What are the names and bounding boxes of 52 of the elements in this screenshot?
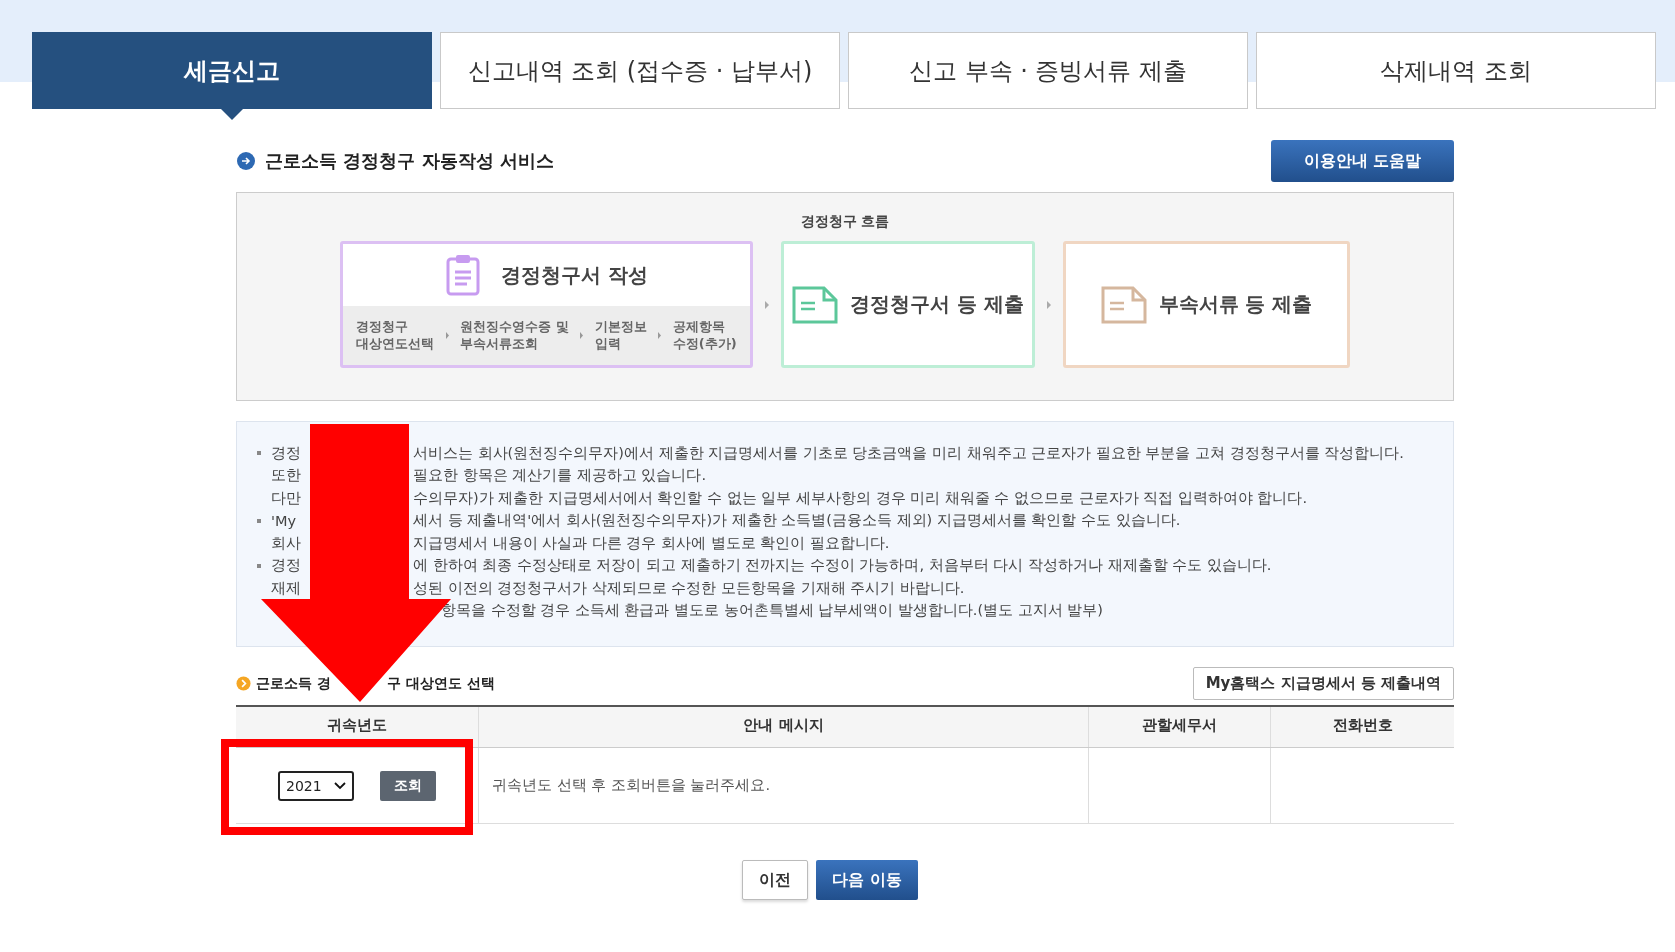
- flow-title: 경정청구 흐름: [800, 213, 890, 231]
- notice-text: 'My: [271, 512, 298, 529]
- notice-text: 세서 등 제출내역'에서 회사(원천징수의무자)가 제출한 소득별(금융소득 제외) 지급명세서를 확인할 수도 있습니다.: [413, 511, 1181, 531]
- column-header: 귀속년도: [236, 707, 479, 747]
- document-icon: [792, 285, 839, 324]
- column-header: 안내 메시지: [479, 707, 1089, 747]
- notice-text: 에 한하여 최종 수정상태로 저장이 되고 제출하기 전까지는 수정이 가능하며, 처음부터 다시 작성하거나 재제출할 수도 있습니다.: [413, 556, 1272, 576]
- notice-text: 필요한 항목은 계산기를 제공하고 있습니다.: [413, 466, 707, 486]
- step-label: 기본정보 입력: [594, 319, 647, 352]
- column-header: 관할세무서: [1089, 707, 1271, 747]
- step-label: 경정청구 대상연도선택: [356, 319, 435, 352]
- notice-text: 수의무자)가 제출한 지급명세서에서 확인할 수 없는 일부 세부사항의 경우 미리 채워줄 수 없으므로 근로자가 직접 입력하여야 합니다.: [413, 488, 1307, 508]
- card-title: 부속서류 등 제출: [1158, 291, 1313, 318]
- notice-text: 회사: [271, 533, 302, 553]
- help-button[interactable]: 이용안내 도움말: [1271, 140, 1454, 182]
- records-button[interactable]: My홈택스 지급명세서 등 제출내역: [1192, 667, 1454, 700]
- notice-text: 또한: [271, 466, 302, 486]
- chevron-icon: [763, 299, 771, 310]
- column-header: 전화번호: [1331, 715, 1394, 736]
- notice-text: 지급명세서 내용이 사실과 다른 경우 회사에 별도로 확인이 필요합니다.: [413, 533, 890, 553]
- step-label: 원천징수영수증 및 부속서류조회: [460, 319, 569, 352]
- arrow-circle-icon: [236, 151, 256, 171]
- notice-text: 성된 이전의 경정청구서가 삭제되므로 수정한 모든항목을 기재해 주시기 바랍니다.: [413, 578, 965, 598]
- chevron-icon: [579, 332, 585, 339]
- tab-pointer-icon: [220, 108, 244, 120]
- chevron-icon: [1045, 299, 1053, 310]
- notice-text: 경정: [271, 443, 302, 463]
- tab[interactable]: 신고내역 조회 (접수증 · 납부서): [440, 32, 840, 109]
- query-button[interactable]: 조회: [380, 770, 436, 801]
- card-title: 경정청구서 등 제출: [850, 291, 1024, 318]
- year-select[interactable]: 2021: [278, 770, 354, 801]
- card-title: 경정청구서 작성: [501, 261, 648, 289]
- notice-text: 경정: [271, 556, 302, 576]
- section-title: 구 대상연도 선택: [386, 674, 495, 693]
- clipboard-icon: [445, 254, 481, 296]
- chevron-circle-icon: [236, 676, 251, 691]
- step-label: 공제항목 수정(추가): [672, 319, 737, 352]
- document-icon: [1100, 285, 1147, 324]
- table-cell: 귀속년도 선택 후 조회버튼을 눌러주세요.: [479, 748, 1089, 823]
- chevron-icon: [444, 332, 450, 339]
- section-title: 근로소득 경정청구 자동작성 서비스: [265, 149, 554, 173]
- tab[interactable]: 신고 부속 · 증빙서류 제출: [848, 32, 1248, 109]
- next-button[interactable]: 다음 이동: [816, 860, 918, 900]
- previous-button[interactable]: 이전: [742, 860, 808, 900]
- section-title: 근로소득 경: [256, 674, 331, 693]
- tab[interactable]: 삭제내역 조회: [1256, 32, 1656, 109]
- notice-text: 항목을 수정할 경우 소득세 환급과 별도로 농어촌특별세 납부세액이 발생합니다.(별도 고지서 발부): [441, 601, 1103, 621]
- chevron-icon: [657, 332, 663, 339]
- notice-text: 서비스는 회사(원천징수의무자)에서 제출한 지급명세서를 기초로 당초금액을 미리 채워주고 근로자가 필요한 부분을 고쳐 경정청구서를 작성합니다.: [413, 443, 1404, 463]
- caret-icon: [334, 781, 346, 790]
- notice-text: 재제: [271, 578, 302, 598]
- notice-text: 다만: [271, 488, 302, 508]
